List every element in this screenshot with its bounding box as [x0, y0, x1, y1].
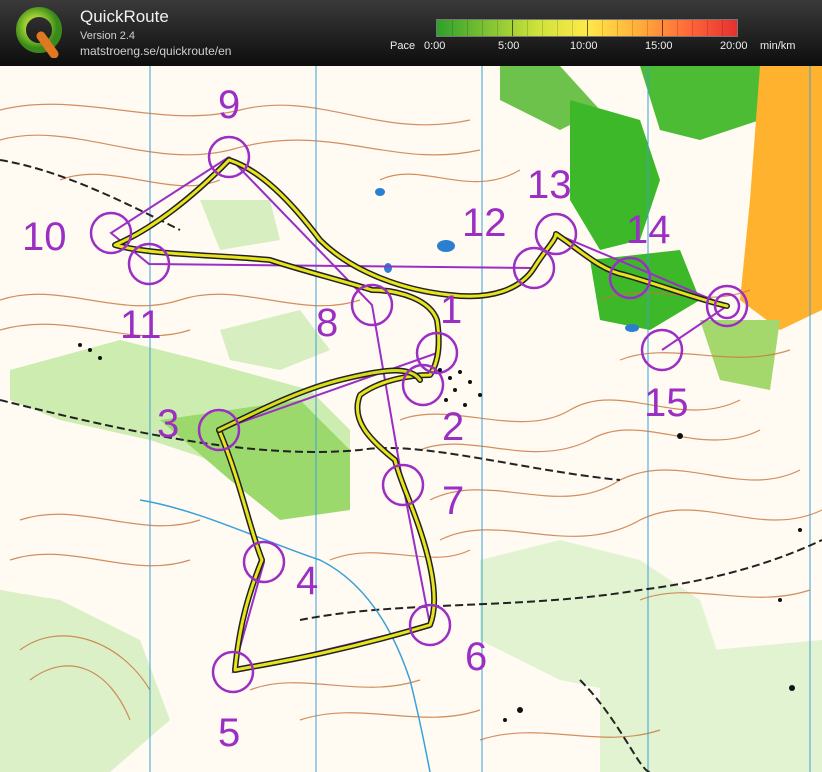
header-bar: QuickRoute Version 2.4 matstroeng.se/qui…: [0, 0, 822, 66]
control-label-12: 12: [462, 201, 507, 245]
pace-scale-tick: [707, 20, 708, 36]
control-label-9: 9: [218, 83, 240, 127]
pace-tick-0: 0:00: [424, 40, 446, 52]
pace-scale-tick: [467, 20, 468, 36]
pace-unit: min/km: [760, 40, 796, 52]
pace-scale-tick: [722, 20, 723, 36]
pace-scale-tick: [512, 20, 513, 36]
control-label-14: 14: [626, 208, 671, 252]
control-label-5: 5: [218, 711, 240, 755]
control-label-13: 13: [527, 163, 572, 207]
pace-scale-tick: [452, 20, 453, 36]
pace-scale-tick: [617, 20, 618, 36]
pace-scale-tick: [587, 20, 588, 36]
pace-scale-tick: [632, 20, 633, 36]
control-label-11: 11: [120, 303, 162, 347]
pace-scale-tick: [662, 20, 663, 36]
pace-tick-10: 10:00: [570, 40, 598, 52]
pace-scale-tick: [482, 20, 483, 36]
control-label-8: 8: [316, 301, 338, 345]
control-label-2: 2: [442, 405, 464, 449]
pace-scale-tick: [542, 20, 543, 36]
orienteering-map[interactable]: 1 2 3 4 5 6 7 8 9 10 11 12 13 14 15: [0, 66, 822, 772]
pace-tick-20: 20:00: [720, 40, 748, 52]
app-version: Version 2.4: [80, 30, 136, 42]
pace-color-scale: [436, 19, 738, 37]
pace-scale-tick: [692, 20, 693, 36]
control-label-4: 4: [296, 559, 318, 603]
pace-scale-tick: [602, 20, 603, 36]
app-url[interactable]: matstroeng.se/quickroute/en: [80, 44, 231, 58]
pace-scale-tick: [557, 20, 558, 36]
app-title: QuickRoute: [80, 7, 169, 26]
pace-tick-5: 5:00: [498, 40, 520, 52]
control-label-7: 7: [442, 479, 464, 523]
control-label-3: 3: [157, 402, 179, 446]
control-label-15: 15: [644, 381, 689, 425]
control-label-6: 6: [465, 635, 487, 679]
pace-scale-tick: [497, 20, 498, 36]
quickroute-logo-icon: [16, 7, 62, 58]
control-label-10: 10: [22, 215, 67, 259]
pace-scale-tick: [572, 20, 573, 36]
pace-scale-tick: [647, 20, 648, 36]
pace-tick-15: 15:00: [645, 40, 673, 52]
control-label-1: 1: [440, 288, 462, 332]
pace-scale-tick: [677, 20, 678, 36]
pace-scale-tick: [527, 20, 528, 36]
pace-label: Pace: [390, 40, 416, 52]
